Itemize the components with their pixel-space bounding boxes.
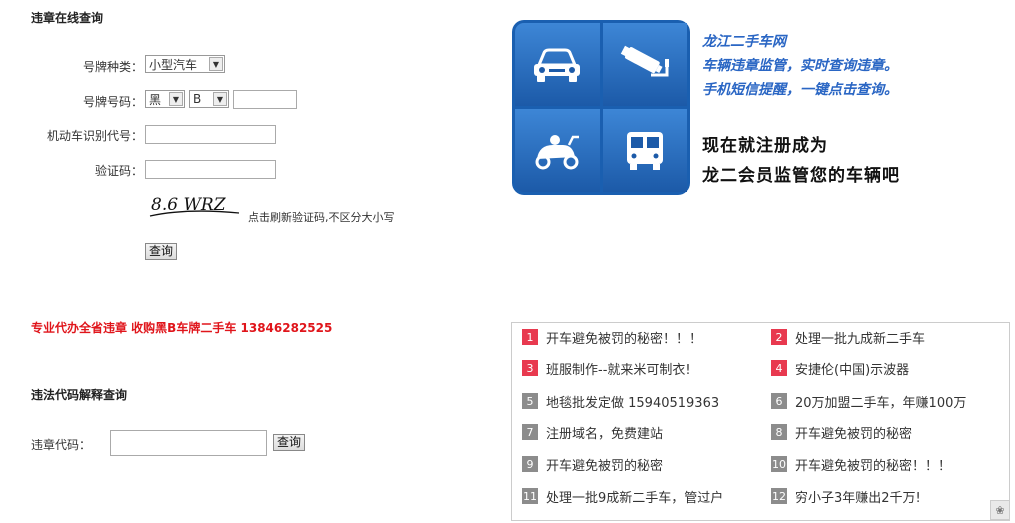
code-lookup-title: 违法代码解释查询 xyxy=(31,388,128,402)
banner-cta-line-2[interactable]: 龙二会员监管您的车辆吧 xyxy=(702,161,900,186)
captcha-hint[interactable]: 点击刷新验证码,不区分大小写 xyxy=(248,209,395,225)
ad-link-item[interactable]: 2 处理一批九成新二手车 xyxy=(771,327,925,347)
ad-link-item[interactable]: 7 注册域名，免费建站 xyxy=(522,422,663,442)
plate-type-select[interactable]: 小型汽车 ▼ xyxy=(145,55,225,73)
ad-link-item[interactable]: 1 开车避免被罚的秘密！！！ xyxy=(522,327,702,347)
ad-link-item[interactable]: 10 开车避免被罚的秘密！！！ xyxy=(771,454,951,474)
banner-site-name: 龙江二手车网 xyxy=(702,34,786,50)
car-icon xyxy=(534,48,581,82)
plate-prefix-select[interactable]: 黑 ▼ xyxy=(145,90,185,108)
captcha-label: 验证码： xyxy=(94,164,143,178)
rank-badge: 8 xyxy=(771,424,787,440)
rank-badge: 4 xyxy=(771,360,787,376)
rank-badge: 6 xyxy=(771,393,787,409)
ad-link-item[interactable]: 12 穷小子3年赚出2千万! xyxy=(771,486,921,506)
rank-badge: 9 xyxy=(522,456,538,472)
paw-icon[interactable]: ❀ xyxy=(990,500,1010,520)
ad-link-item[interactable]: 6 20万加盟二手车，年赚100万 xyxy=(771,391,966,411)
ad-link-item[interactable]: 9 开车避免被罚的秘密 xyxy=(522,454,663,474)
ad-link-text[interactable]: 开车避免被罚的秘密！！！ xyxy=(546,328,702,347)
promo-text[interactable]: 专业代办全省违章 收购黑B车牌二手车 13846282525 xyxy=(31,319,332,336)
captcha-graphic: 8.6 WRZ xyxy=(149,195,240,217)
rank-badge: 12 xyxy=(771,488,787,504)
ad-link-text[interactable]: 穷小子3年赚出2千万! xyxy=(795,487,921,506)
ad-link-item[interactable]: 3 班服制作--就来米可制衣! xyxy=(522,358,691,378)
rank-badge: 7 xyxy=(522,424,538,440)
plate-letter-select[interactable]: B ▼ xyxy=(189,90,229,108)
ad-link-item[interactable]: 11 处理一批9成新二手车，管过户 xyxy=(522,486,723,506)
code-submit-button[interactable]: 查询 xyxy=(273,434,306,451)
ad-link-text[interactable]: 注册域名，免费建站 xyxy=(546,423,663,442)
plate-letter-value: B xyxy=(193,92,202,106)
plate-type-label: 号牌种类： xyxy=(82,60,143,74)
camera-tile xyxy=(602,23,687,106)
ad-link-text[interactable]: 地毯批发定做 15940519363 xyxy=(546,392,719,411)
rank-badge: 5 xyxy=(522,393,538,409)
vin-input[interactable] xyxy=(145,125,276,144)
banner-line-2: 手机短信提醒，一键点击查询。 xyxy=(702,82,898,98)
ad-link-text[interactable]: 班服制作--就来米可制衣! xyxy=(546,359,691,378)
rank-badge: 3 xyxy=(522,360,538,376)
plate-prefix-value: 黑 xyxy=(149,92,162,107)
chevron-down-icon: ▼ xyxy=(209,57,223,71)
camera-icon xyxy=(620,45,669,76)
captcha-input[interactable] xyxy=(145,160,276,179)
ad-link-text[interactable]: 20万加盟二手车，年赚100万 xyxy=(795,392,966,411)
scooter-icon xyxy=(535,134,580,169)
code-label: 违章代码： xyxy=(31,438,92,452)
rank-badge: 11 xyxy=(522,488,538,504)
bus-icon xyxy=(626,131,663,170)
plate-number-input[interactable] xyxy=(233,90,297,109)
scooter-tile xyxy=(515,109,600,192)
ad-link-text[interactable]: 开车避免被罚的秘密 xyxy=(546,455,663,474)
plate-type-value: 小型汽车 xyxy=(149,57,198,72)
ad-link-item[interactable]: 5 地毯批发定做 15940519363 xyxy=(522,391,719,411)
banner-icon-grid[interactable] xyxy=(512,20,690,195)
banner-line-1: 车辆违章监管，实时查询违章。 xyxy=(702,58,898,74)
banner-cta-line-1[interactable]: 现在就注册成为 xyxy=(702,131,828,156)
ad-link-text[interactable]: 安捷伦(中国)示波器 xyxy=(795,359,909,378)
rank-badge: 2 xyxy=(771,329,787,345)
rank-badge: 10 xyxy=(771,456,787,472)
bus-tile xyxy=(602,109,687,192)
ad-link-text[interactable]: 开车避免被罚的秘密 xyxy=(795,423,912,442)
chevron-down-icon: ▼ xyxy=(169,92,183,106)
ad-link-text[interactable]: 开车避免被罚的秘密！！！ xyxy=(795,455,951,474)
rank-badge: 1 xyxy=(522,329,538,345)
car-tile xyxy=(515,23,600,106)
ad-link-item[interactable]: 4 安捷伦(中国)示波器 xyxy=(771,358,909,378)
chevron-down-icon: ▼ xyxy=(213,92,227,106)
vin-label: 机动车识别代号： xyxy=(46,129,143,143)
plate-number-label: 号牌号码： xyxy=(82,95,143,109)
ad-link-item[interactable]: 8 开车避免被罚的秘密 xyxy=(771,422,912,442)
ad-link-text[interactable]: 处理一批九成新二手车 xyxy=(795,328,925,347)
query-submit-button[interactable]: 查询 xyxy=(145,243,178,260)
captcha-image[interactable]: 8.6 WRZ xyxy=(147,192,245,220)
ad-link-text[interactable]: 处理一批9成新二手车，管过户 xyxy=(546,487,723,506)
violation-code-input[interactable] xyxy=(110,430,267,456)
query-title: 违章在线查询 xyxy=(31,11,104,25)
